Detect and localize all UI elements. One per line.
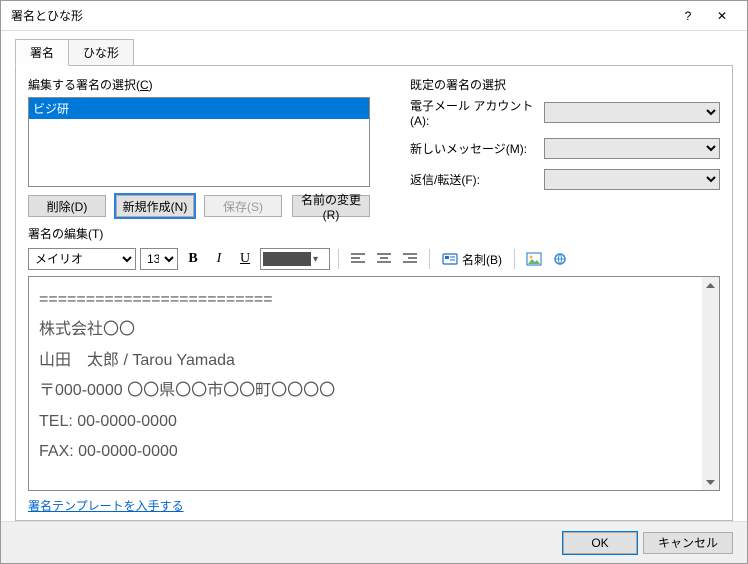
editor-toolbar: メイリオ 13.5 B I U ▾ — [28, 246, 720, 272]
editor-line: 株式会社〇〇 — [39, 315, 692, 345]
help-button[interactable]: ? — [671, 2, 705, 30]
tab-stationery[interactable]: ひな形 — [69, 39, 134, 66]
window-title: 署名とひな形 — [11, 7, 671, 24]
signature-list[interactable]: ビジ研 — [28, 97, 370, 187]
select-account[interactable] — [544, 102, 720, 123]
select-reply[interactable] — [544, 169, 720, 190]
editor-container: ========================= 株式会社〇〇 山田 太郎 /… — [28, 276, 720, 491]
bold-button[interactable]: B — [182, 248, 204, 270]
separator — [514, 249, 515, 269]
new-button[interactable]: 新規作成(N) — [116, 195, 194, 217]
delete-button[interactable]: 削除(D) — [28, 195, 106, 217]
font-size-select[interactable]: 13.5 — [140, 248, 178, 270]
label-reply: 返信/転送(F): — [410, 171, 538, 188]
row-reply: 返信/転送(F): — [410, 169, 720, 190]
italic-button[interactable]: I — [208, 248, 230, 270]
insert-link-button[interactable] — [549, 248, 571, 270]
dialog-footer: OK キャンセル — [1, 521, 747, 563]
get-templates-link[interactable]: 署名テンプレートを入手する — [28, 497, 720, 514]
color-swatch — [263, 252, 311, 266]
save-button: 保存(S) — [204, 195, 282, 217]
separator — [338, 249, 339, 269]
ok-button[interactable]: OK — [563, 532, 637, 554]
editor-line: 山田 太郎 / Tarou Yamada — [39, 346, 692, 376]
cancel-button[interactable]: キャンセル — [643, 532, 733, 554]
editor-line: 〒000-0000 〇〇県〇〇市〇〇町〇〇〇〇 — [39, 376, 692, 406]
edit-signature-label: 署名の編集(T) — [28, 225, 720, 242]
font-color-button[interactable]: ▾ — [260, 248, 330, 270]
vertical-scrollbar[interactable] — [702, 277, 719, 490]
titlebar: 署名とひな形 ? ✕ — [1, 1, 747, 31]
select-newmsg[interactable] — [544, 138, 720, 159]
signature-list-item[interactable]: ビジ研 — [29, 98, 369, 119]
scroll-up-icon[interactable] — [702, 277, 719, 294]
font-family-select[interactable]: メイリオ — [28, 248, 136, 270]
signature-editor[interactable]: ========================= 株式会社〇〇 山田 太郎 /… — [29, 277, 702, 490]
default-signature-group: 既定の署名の選択 電子メール アカウント(A): 新しいメッセージ(M): 返信… — [410, 76, 720, 217]
row-newmsg: 新しいメッセージ(M): — [410, 138, 720, 159]
row-account: 電子メール アカウント(A): — [410, 97, 720, 128]
scroll-down-icon[interactable] — [702, 473, 719, 490]
top-row: 編集する署名の選択(C) ビジ研 削除(D) 新規作成(N) 保存(S) 名前の… — [28, 76, 720, 217]
dialog-content: 署名 ひな形 編集する署名の選択(C) ビジ研 削除(D) 新規作成(N) 保存… — [1, 31, 747, 521]
dialog-window: 署名とひな形 ? ✕ 署名 ひな形 編集する署名の選択(C) ビジ研 削除(D) — [0, 0, 748, 564]
close-button[interactable]: ✕ — [705, 2, 739, 30]
insert-image-button[interactable] — [523, 248, 545, 270]
tab-strip: 署名 ひな形 — [15, 39, 733, 66]
label-newmsg: 新しいメッセージ(M): — [410, 140, 538, 157]
separator — [429, 249, 430, 269]
tab-signature[interactable]: 署名 — [15, 39, 69, 66]
default-signature-label: 既定の署名の選択 — [410, 76, 720, 93]
tab-panel: 編集する署名の選択(C) ビジ研 削除(D) 新規作成(N) 保存(S) 名前の… — [15, 65, 733, 521]
align-center-button[interactable] — [373, 248, 395, 270]
card-icon — [442, 252, 458, 266]
signature-buttons: 削除(D) 新規作成(N) 保存(S) 名前の変更(R) — [28, 195, 370, 217]
editor-line: TEL: 00-0000-0000 — [39, 407, 692, 437]
label-account: 電子メール アカウント(A): — [410, 97, 538, 128]
business-card-button[interactable]: 名刺(B) — [438, 248, 506, 270]
editor-line: ========================= — [39, 285, 692, 315]
rename-button[interactable]: 名前の変更(R) — [292, 195, 370, 217]
align-right-button[interactable] — [399, 248, 421, 270]
signature-select-label: 編集する署名の選択(C) — [28, 76, 370, 93]
align-left-button[interactable] — [347, 248, 369, 270]
editor-line: FAX: 00-0000-0000 — [39, 437, 692, 467]
signature-select-group: 編集する署名の選択(C) ビジ研 削除(D) 新規作成(N) 保存(S) 名前の… — [28, 76, 370, 217]
chevron-down-icon: ▾ — [313, 254, 318, 265]
underline-button[interactable]: U — [234, 248, 256, 270]
